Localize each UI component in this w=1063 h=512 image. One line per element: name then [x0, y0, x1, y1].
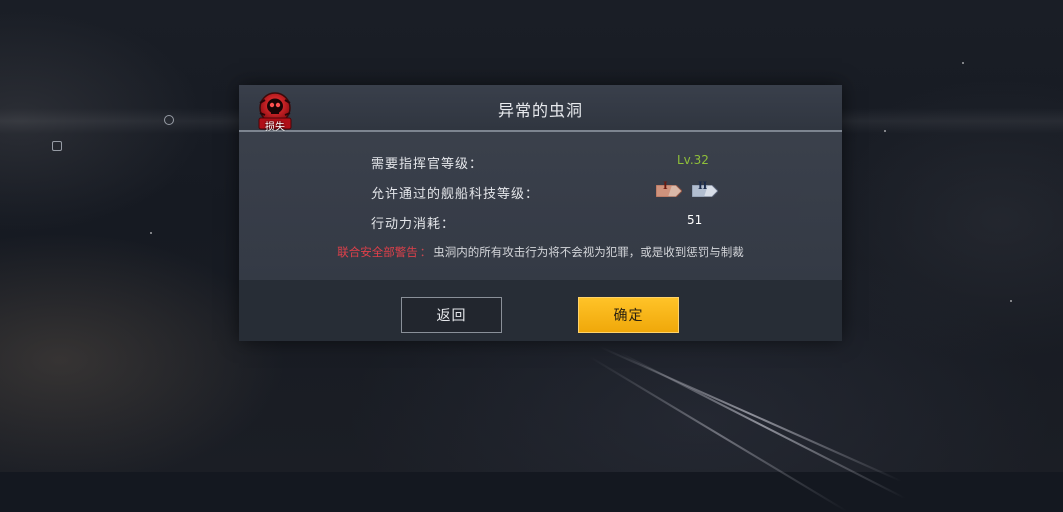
tier-2-label: II — [698, 181, 708, 192]
warning-separator: ： — [419, 245, 432, 259]
warning-label: 联合安全部警告 — [337, 245, 418, 259]
tier-2-tag-icon: II — [691, 181, 719, 198]
star — [962, 62, 964, 64]
map-ring-marker[interactable] — [164, 115, 174, 125]
tier-1-tag-icon: I — [655, 181, 683, 198]
back-button[interactable]: 返回 — [401, 297, 502, 333]
dialog-footer: 返回 确定 — [239, 280, 842, 341]
commander-level-value: Lv.32 — [677, 153, 709, 167]
security-warning: 联合安全部警告：虫洞内的所有攻击行为将不会视为犯罪，或是收到惩罚与制裁 — [239, 244, 842, 260]
confirm-button[interactable]: 确定 — [578, 297, 679, 333]
light-beam — [619, 352, 906, 500]
star — [1010, 300, 1012, 302]
ship-tech-level-label: 允许通过的舰船科技等级： — [371, 187, 540, 202]
action-cost-label: 行动力消耗： — [371, 217, 456, 232]
dialog-title: 异常的虫洞 — [497, 101, 583, 120]
star — [884, 130, 886, 132]
action-cost-value: 51 — [687, 213, 703, 227]
light-beam — [589, 356, 848, 512]
star — [150, 232, 152, 234]
wormhole-dialog: 损失 异常的虫洞 需要指挥官等级： Lv.32 允许通过的舰船科技等级： I I… — [239, 85, 842, 341]
warning-text: 虫洞内的所有攻击行为将不会视为犯罪，或是收到惩罚与制裁 — [433, 245, 744, 259]
commander-level-label: 需要指挥官等级： — [371, 157, 484, 172]
tier-1-label: I — [663, 181, 668, 192]
ship-tech-level-icons: I II — [655, 180, 720, 198]
dialog-body: 需要指挥官等级： Lv.32 允许通过的舰船科技等级： I II 行动力消耗： … — [239, 132, 842, 280]
map-square-marker[interactable] — [52, 141, 62, 151]
dialog-header: 损失 异常的虫洞 — [239, 85, 842, 133]
